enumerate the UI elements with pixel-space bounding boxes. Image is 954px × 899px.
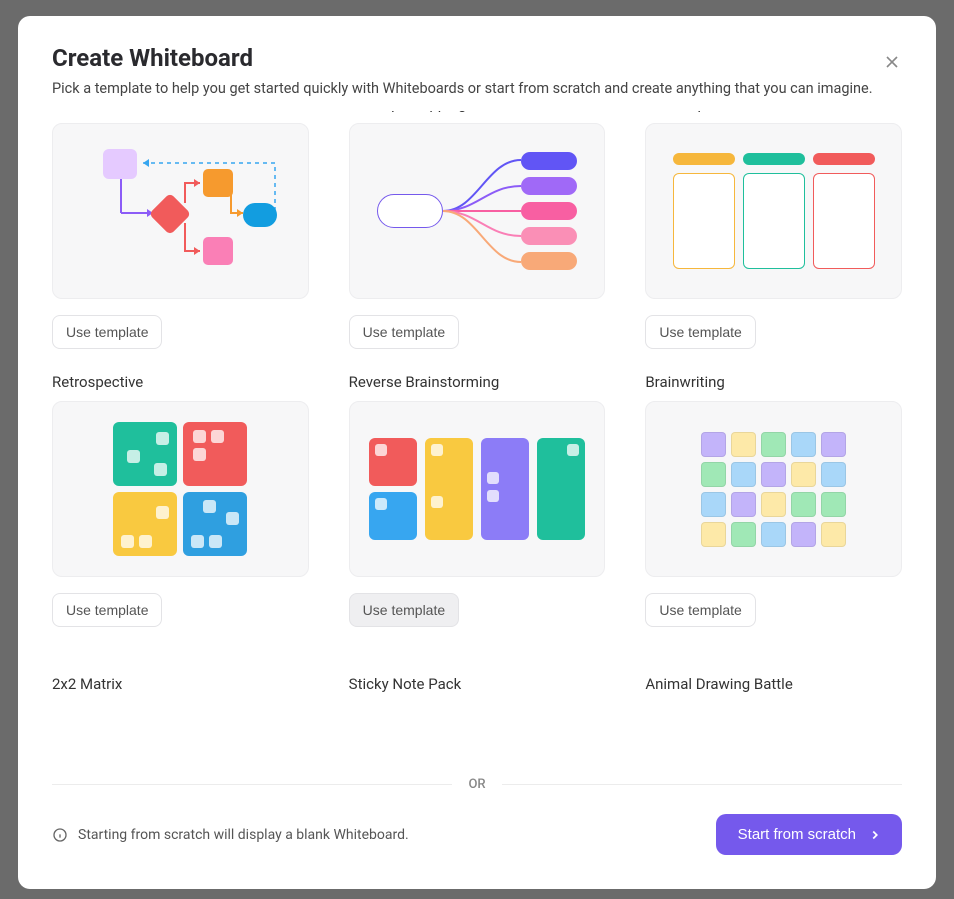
template-stand-up: Stand Up <box>645 111 902 349</box>
concept-node <box>521 202 577 220</box>
use-template-button[interactable]: Use template <box>52 315 162 349</box>
column-header <box>743 153 805 165</box>
modal-subtitle: Pick a template to help you get started … <box>52 80 902 97</box>
info-icon <box>52 827 68 843</box>
template-title: Sticky Note Pack <box>349 665 606 693</box>
use-template-button[interactable]: Use template <box>349 593 459 627</box>
concept-node <box>521 227 577 245</box>
modal-title: Create Whiteboard <box>52 44 902 72</box>
use-template-button[interactable]: Use template <box>349 315 459 349</box>
template-preview[interactable] <box>52 401 309 577</box>
reverse-brainstorming-icon <box>369 438 585 540</box>
template-flow-chart: Flow Chart <box>52 111 309 349</box>
concept-hub <box>377 194 443 228</box>
concept-node <box>521 152 577 170</box>
template-title: Reverse Brainstorming <box>349 373 606 391</box>
template-title: Stand Up <box>645 111 902 113</box>
templates-grid: Flow Chart <box>52 111 902 627</box>
concept-node <box>521 252 577 270</box>
divider-label: OR <box>452 777 501 792</box>
template-preview[interactable] <box>645 123 902 299</box>
template-title: 2x2 Matrix <box>52 665 309 693</box>
modal-header: Create Whiteboard Pick a template to hel… <box>18 16 936 111</box>
template-reverse-brainstorming: Reverse Brainstorming <box>349 373 606 627</box>
use-template-button[interactable]: Use template <box>645 315 755 349</box>
template-brainwriting: Brainwriting Use template <box>645 373 902 627</box>
templates-row-3: 2x2 Matrix Sticky Note Pack Animal Drawi… <box>52 665 902 693</box>
close-button[interactable] <box>882 52 902 72</box>
brainwriting-icon <box>701 432 846 547</box>
create-whiteboard-modal: Create Whiteboard Pick a template to hel… <box>18 16 936 889</box>
modal-body: Flow Chart <box>18 111 936 755</box>
use-template-button[interactable]: Use template <box>52 593 162 627</box>
scratch-label: Start from scratch <box>738 826 856 843</box>
close-icon <box>882 52 902 72</box>
flow-chart-icon <box>75 141 285 281</box>
info-label: Starting from scratch will display a bla… <box>78 827 409 843</box>
chevron-right-icon <box>868 828 882 842</box>
template-preview[interactable] <box>349 123 606 299</box>
template-title: Brainwriting <box>645 373 902 391</box>
template-preview[interactable] <box>645 401 902 577</box>
start-from-scratch-button[interactable]: Start from scratch <box>716 814 902 855</box>
info-text: Starting from scratch will display a bla… <box>52 827 409 843</box>
divider-line <box>52 784 452 785</box>
retrospective-icon <box>113 422 247 556</box>
column-body <box>673 173 735 269</box>
use-template-button[interactable]: Use template <box>645 593 755 627</box>
template-title: Animal Drawing Battle <box>645 665 902 693</box>
column-header <box>673 153 735 165</box>
column-header <box>813 153 875 165</box>
template-title: Flow Chart <box>52 111 309 113</box>
standup-icon <box>673 153 875 269</box>
column-body <box>743 173 805 269</box>
concept-node <box>521 177 577 195</box>
divider-line <box>502 784 902 785</box>
column-body <box>813 173 875 269</box>
template-title: Retrospective <box>52 373 309 391</box>
template-title: Concept Mapping <box>349 111 606 113</box>
template-retrospective: Retrospective <box>52 373 309 627</box>
template-preview[interactable] <box>52 123 309 299</box>
template-concept-mapping: Concept Mapping <box>349 111 606 349</box>
modal-footer: Starting from scratch will display a bla… <box>18 804 936 889</box>
divider: OR <box>18 755 936 804</box>
template-preview[interactable] <box>349 401 606 577</box>
